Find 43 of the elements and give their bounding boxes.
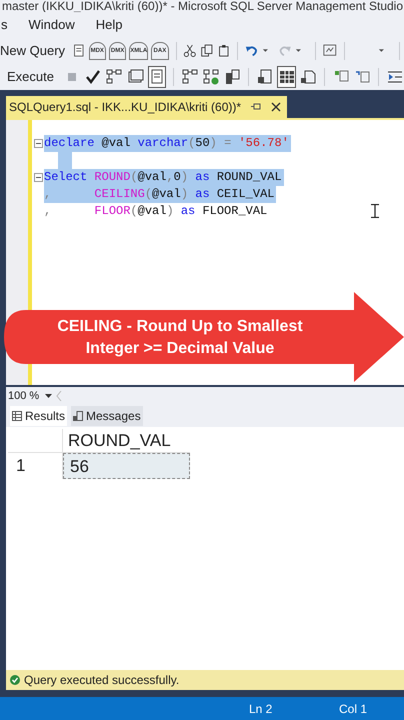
document-icon[interactable]: [72, 43, 86, 59]
menu-item[interactable]: s: [0, 15, 8, 35]
indent-icon[interactable]: [386, 69, 403, 85]
menu-item[interactable]: Window: [28, 15, 76, 35]
close-icon[interactable]: [271, 102, 282, 112]
line-indicator: Ln 2: [249, 700, 272, 718]
toolbar-button[interactable]: [277, 66, 296, 88]
tab-title: SQLQuery1.sql - IKK...KU_IDIKA\kriti (60))*: [9, 99, 242, 116]
grid-icon[interactable]: [278, 69, 295, 85]
collapse-icon[interactable]: [34, 173, 42, 182]
new-query-button[interactable]: New Query: [0, 41, 70, 61]
scissors-icon[interactable]: [183, 43, 197, 59]
clipboard-icon[interactable]: [216, 43, 230, 59]
document-icon[interactable]: [148, 69, 165, 85]
tree-check-icon[interactable]: [203, 69, 220, 85]
execute-button[interactable]: Execute: [7, 67, 60, 87]
banner-text: CEILING - Round Up to Smallest Integer >= Decimal Value: [56, 317, 304, 359]
windows-icon[interactable]: [128, 69, 144, 85]
success-icon: [10, 675, 20, 685]
code-line: , FLOOR(@val) as FLOOR_VAL: [44, 203, 268, 220]
check-icon[interactable]: [85, 69, 102, 85]
table-cell[interactable]: 56: [63, 453, 190, 479]
server-icon[interactable]: [224, 69, 240, 85]
collapse-icon[interactable]: [34, 139, 42, 148]
text-cursor-icon: [371, 204, 379, 218]
grid-corner: [8, 429, 63, 453]
uncomment-icon[interactable]: [354, 69, 370, 85]
document-tab[interactable]: SQLQuery1.sql - IKK...KU_IDIKA\kriti (60))*: [6, 96, 288, 118]
file-icon[interactable]: [300, 69, 316, 85]
results-tab[interactable]: Messages: [71, 406, 143, 426]
toolbar-button[interactable]: [148, 66, 166, 88]
results-tab[interactable]: Results: [10, 406, 68, 426]
pin-icon[interactable]: [251, 103, 262, 111]
copy-icon[interactable]: [200, 43, 214, 59]
tree-icon[interactable]: [106, 69, 122, 85]
message-icon: [73, 411, 84, 421]
caret-icon: [45, 394, 52, 398]
grid-icon: [12, 411, 22, 421]
tree-icon[interactable]: [182, 69, 198, 85]
menu-item[interactable]: Help: [94, 15, 124, 35]
column-indicator: Col 1: [339, 700, 368, 718]
text-file-icon[interactable]: [257, 69, 274, 85]
query-status: Query executed successfully.: [24, 672, 180, 689]
